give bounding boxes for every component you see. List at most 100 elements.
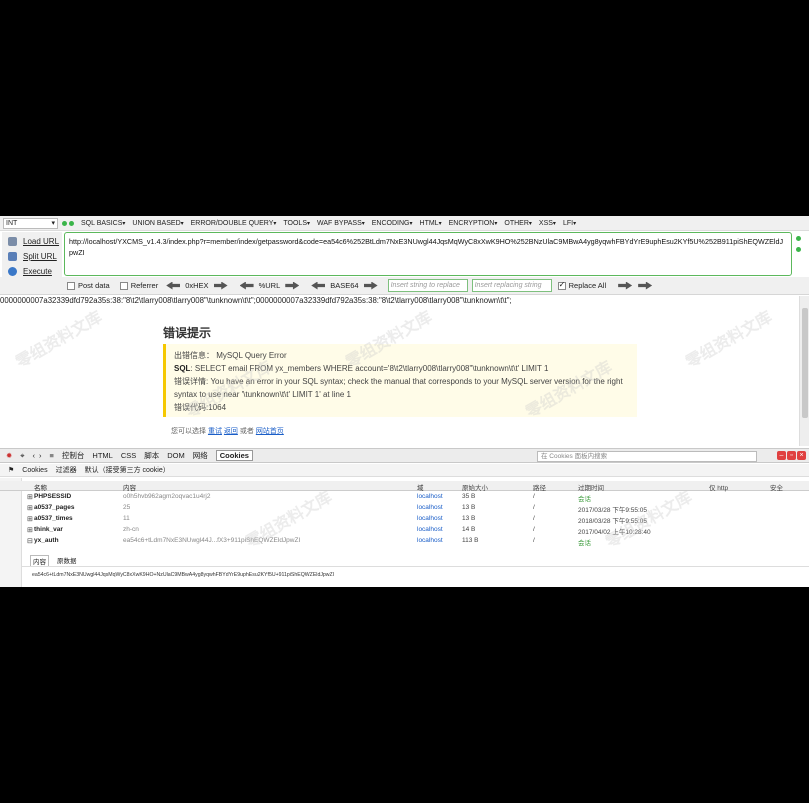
devtools-tabbar: ✹ ⌖ ‹ › ≡ 控制台 HTML CSS 脚本 DOM 网络 Cookies… [0,448,809,463]
back-arrow-icon[interactable]: ‹ [33,451,36,460]
firebug-icon[interactable]: ✹ [6,451,12,460]
arrow-right-icon[interactable] [638,281,653,290]
collapse-icon[interactable]: ⊟ [27,537,33,545]
menu-other[interactable]: OTHER [504,220,532,227]
scrollbar-thumb[interactable] [802,308,808,418]
url-encode[interactable]: %URL [239,281,300,290]
table-row[interactable]: ⊞ a0537_pages 25 localhost 13 B / 2017/0… [0,503,809,514]
echo-output: 0000000007a32339dfd792a35s:38:"8\t2\tlar… [0,296,512,305]
inspect-icon[interactable]: ⌖ [20,451,24,461]
tab-css[interactable]: CSS [121,451,136,460]
menu-encryption[interactable]: ENCRYPTION [449,220,498,227]
tab-raw[interactable]: 原数据 [57,555,77,566]
replace-string-input[interactable]: Insert string to replace [387,279,468,292]
col-secure[interactable]: 安全 [770,482,783,492]
menu-encoding[interactable]: ENCODING [372,220,413,227]
tab-dom[interactable]: DOM [167,451,185,460]
page-content: 0000000007a32339dfd792a35s:38:"8\t2\tlar… [0,296,799,446]
tab-html[interactable]: HTML [92,451,112,460]
console-toggle-icon[interactable]: ≡ [50,451,54,460]
window-buttons: – ▫ × [777,451,806,460]
green-dot-icon [69,220,74,226]
menu-xss[interactable]: XSS [539,220,556,227]
retry-link[interactable]: 重试 [208,428,222,435]
hackbar-menu: INT SQL BASICS UNION BASED ERROR/DOUBLE … [0,216,809,231]
hex-encode[interactable]: 0xHEX [166,281,228,290]
arrow-right-icon[interactable] [213,281,228,290]
referrer-toggle[interactable]: Referrer [119,281,158,290]
back-link[interactable]: 返回 [224,428,238,435]
arrow-left-icon[interactable] [239,281,254,290]
tab-value[interactable]: 内容 [30,555,49,566]
split-url-button[interactable]: Split URL [8,249,57,263]
col-value[interactable]: 内容 [123,482,136,492]
load-url-button[interactable]: Load URL [8,234,59,248]
replace-all-toggle[interactable]: Replace All [557,280,606,290]
post-data-checkbox[interactable] [67,281,75,290]
tab-script[interactable]: 脚本 [144,450,159,461]
url-textarea[interactable]: http://localhost/YXCMS_v1.4.3/index.php?… [64,232,792,276]
table-row[interactable]: ⊞ PHPSESSID o0h5hvb962agm2oqvac1u4rj2 lo… [0,492,809,503]
cookie-detail-value: ea54c6+tLdm7NxE3NUwgl44JqsMqWyC8xXwK9HO+… [32,572,335,578]
error-sql-line: SQL: SELECT email FROM yx_members WHERE … [174,364,549,373]
table-row[interactable]: ⊟ yx_auth ea54c6+tLdm7NxE3NUwgl44J...fX3… [0,536,809,547]
arrow-right-icon[interactable] [618,281,633,290]
menu-waf-bypass[interactable]: WAF BYPASS [317,220,365,227]
table-row[interactable]: ⊞ think_var zh-cn localhost 14 B / 2017/… [0,525,809,536]
expand-icon[interactable]: ⊞ [27,504,33,512]
table-row[interactable]: ⊞ a0537_times 11 localhost 13 B / 2018/0… [0,514,809,525]
menu-tools[interactable]: TOOLS [283,220,310,227]
page-scrollbar[interactable] [799,296,809,446]
col-domain[interactable]: 域 [417,482,424,492]
cookie-icon: ⚑ [8,467,15,474]
restore-icon[interactable]: ▫ [787,451,796,460]
green-dot-icon [796,247,801,252]
execute-button[interactable]: Execute [8,264,52,278]
menu-sql-basics[interactable]: SQL BASICS [81,220,125,227]
tab-cookies[interactable]: Cookies [215,450,253,461]
error-code-line: 错误代码:1064 [174,403,227,412]
expand-icon[interactable]: ⊞ [27,515,33,523]
hackbar-options: Post data Referrer 0xHEX %URL BASE64 Ins… [0,277,809,295]
tab-net[interactable]: 网络 [193,450,208,461]
col-http-only[interactable]: 仅 http [709,482,728,492]
base64-encode[interactable]: BASE64 [311,281,378,290]
hackbar-type-select[interactable]: INT [3,217,58,229]
cookies-menu[interactable]: Cookies [22,467,47,474]
col-name[interactable]: 名称 [34,482,47,492]
replacing-string-input[interactable]: Insert replacing string [471,279,552,292]
menu-union-based[interactable]: UNION BASED [132,220,183,227]
referrer-checkbox[interactable] [119,281,128,290]
arrow-left-icon[interactable] [311,281,326,290]
green-dot-icon [796,236,801,241]
expand-icon[interactable]: ⊞ [27,526,33,534]
menu-error-double-query[interactable]: ERROR/DOUBLE QUERY [191,220,277,227]
minimize-icon[interactable]: – [777,451,786,460]
close-icon[interactable]: × [797,451,806,460]
col-size[interactable]: 原始大小 [462,482,488,492]
divider [22,566,809,567]
status-dots [796,236,801,258]
arrow-right-icon[interactable] [363,281,378,290]
tab-console[interactable]: 控制台 [62,450,85,461]
home-link[interactable]: 网站首页 [256,428,284,435]
third-party-menu[interactable]: 默认（接受第三方 cookie） [85,465,170,475]
arrow-left-icon[interactable] [166,281,181,290]
replace-all-checkbox[interactable] [557,280,566,290]
cookies-search-input[interactable]: 在 Cookies 面板内搜索 [537,451,757,462]
cookies-subbar: ⚑ Cookies 过滤器 默认（接受第三方 cookie） [0,464,809,477]
error-info-line: 出错信息： MySQL Query Error [174,351,287,360]
col-path[interactable]: 路径 [533,482,546,492]
forward-arrow-icon[interactable]: › [39,451,42,460]
expand-icon[interactable]: ⊞ [27,493,33,501]
green-dot-icon [62,220,67,226]
load-url-icon [8,236,17,246]
screenshot-frame: INT SQL BASICS UNION BASED ERROR/DOUBLE … [0,216,809,587]
menu-lfi[interactable]: LFI [563,220,576,227]
arrow-right-icon[interactable] [285,281,300,290]
col-expires[interactable]: 过期时间 [578,482,604,492]
error-title: 错误提示 [163,326,212,340]
menu-html[interactable]: HTML [420,220,442,227]
filter-menu[interactable]: 过滤器 [56,465,77,475]
post-data-toggle[interactable]: Post data [67,281,110,290]
